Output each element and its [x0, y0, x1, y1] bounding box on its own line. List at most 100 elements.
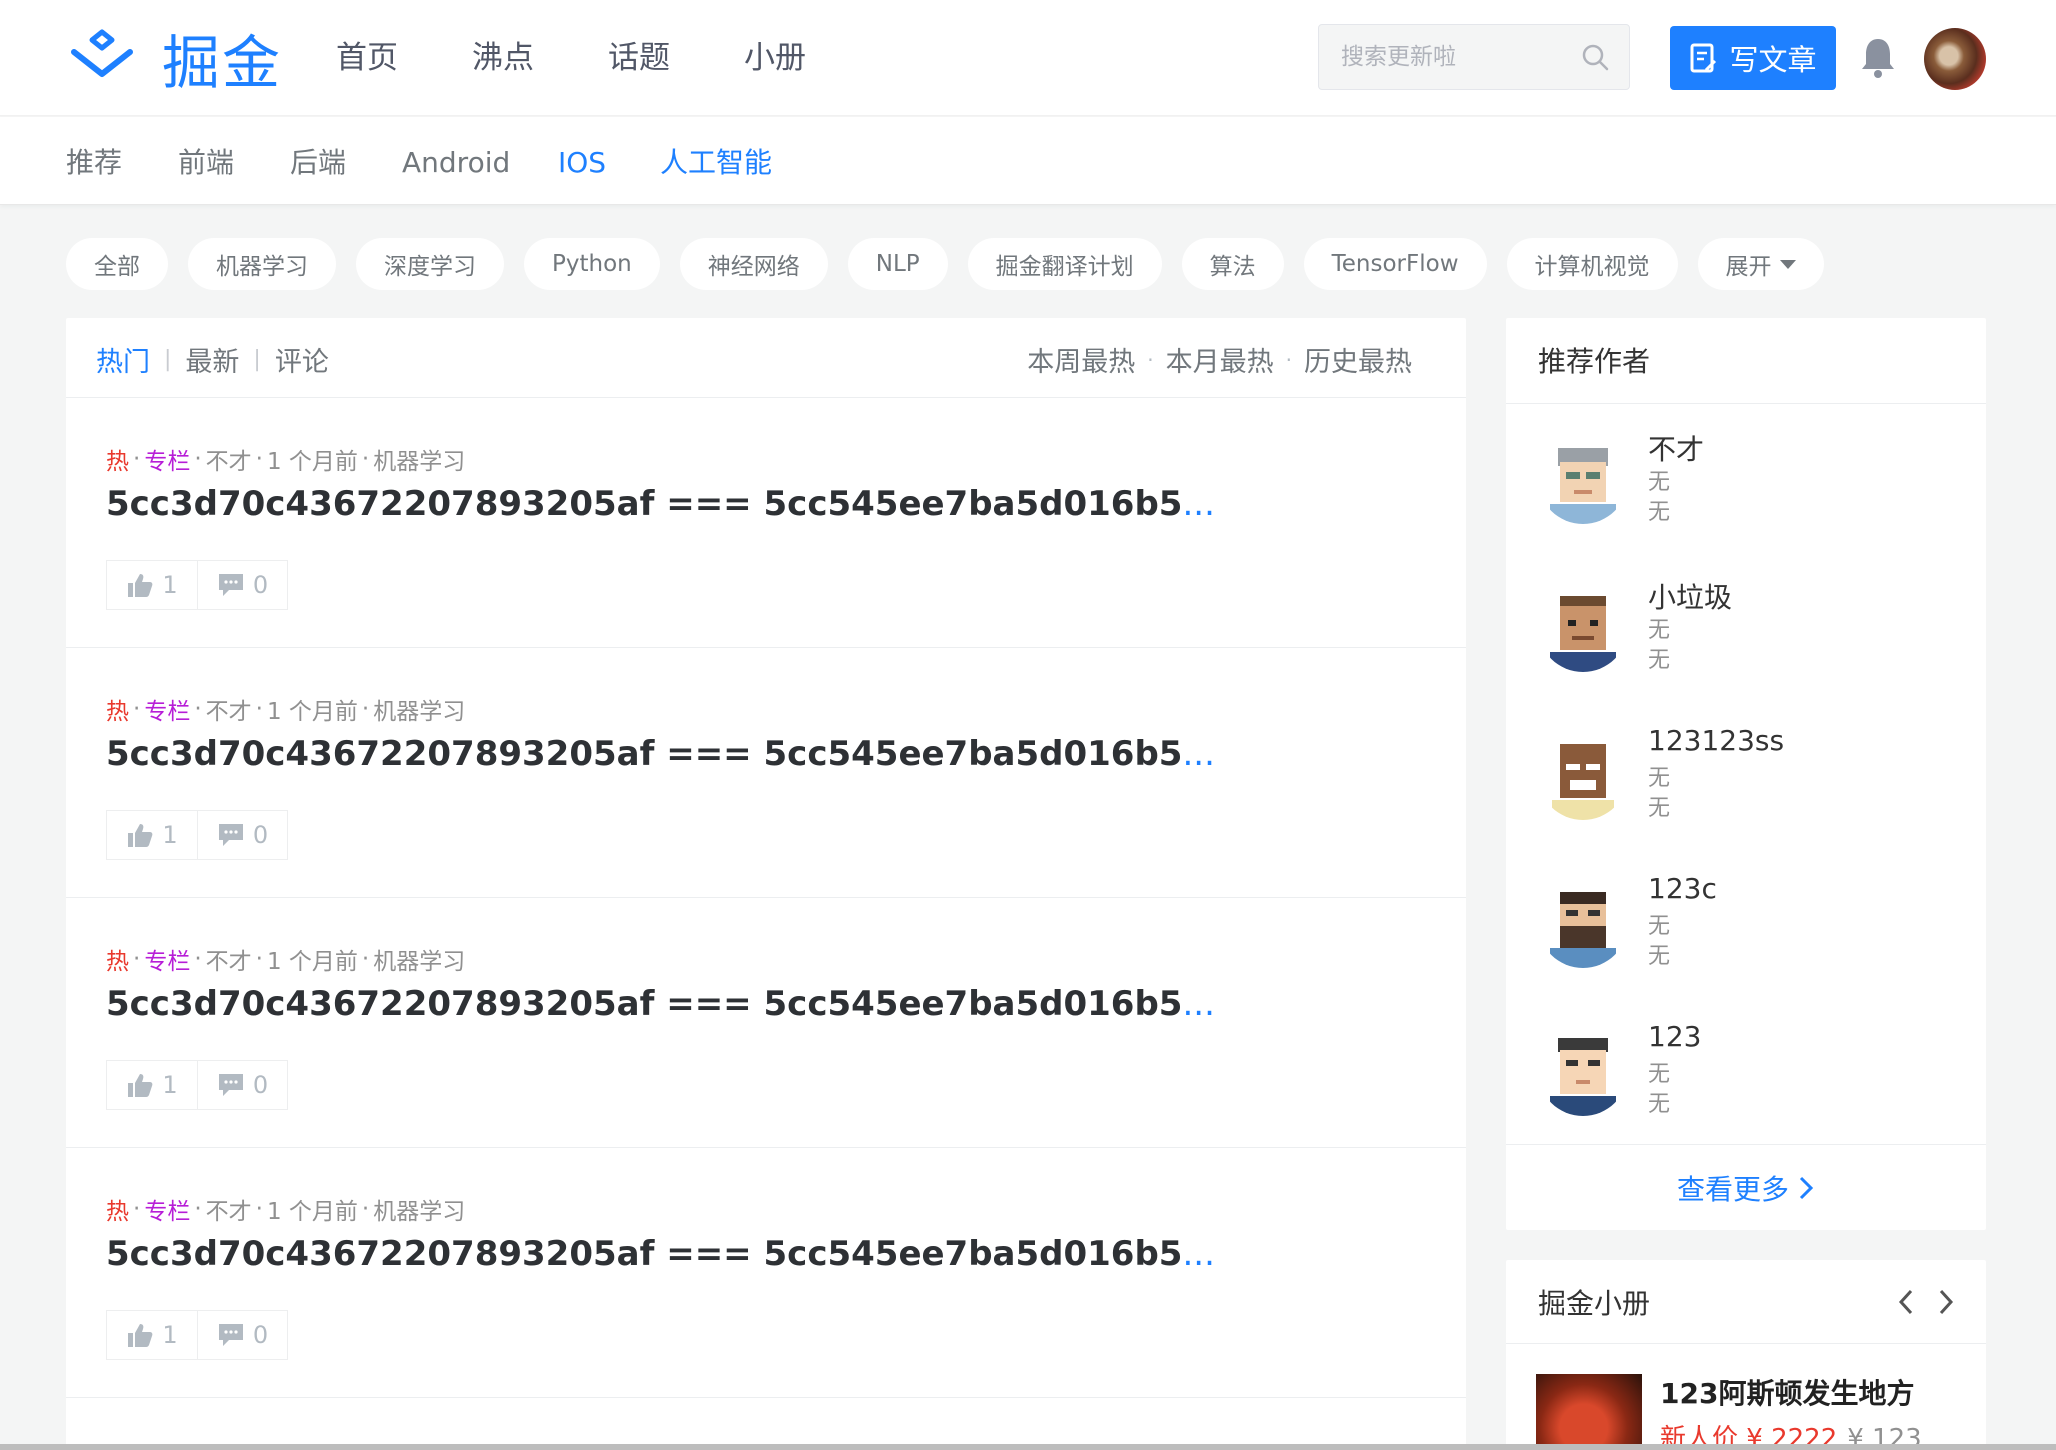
nav-books[interactable]: 小册 — [744, 34, 806, 82]
logo[interactable]: 掘金 — [64, 22, 282, 97]
article-title[interactable]: 5cc3d70c43672207893205af === 5cc545ee7ba… — [106, 734, 1215, 774]
user-avatar[interactable] — [1924, 28, 1986, 90]
comment-count: 0 — [252, 821, 269, 849]
comment-button[interactable]: 0 — [197, 811, 287, 859]
article-title-text: 5cc3d70c43672207893205af === 5cc545ee7ba… — [106, 484, 1183, 524]
column-badge[interactable]: 专栏 — [144, 442, 190, 476]
category-android[interactable]: Android — [402, 143, 510, 183]
comment-icon — [218, 1074, 243, 1096]
article-meta: 热 · 专栏 · 不才 · 1 个月前 · 机器学习 — [106, 942, 465, 976]
author-avatar[interactable] — [1538, 730, 1628, 820]
article-tag[interactable]: 机器学习 — [373, 442, 465, 476]
search-box — [1318, 24, 1630, 90]
article-tag[interactable]: 机器学习 — [373, 692, 465, 726]
tags-expand-button[interactable]: 展开 — [1697, 238, 1824, 290]
article-actions: 1 0 — [106, 560, 288, 610]
author-company: 无 — [1648, 648, 1671, 673]
like-button[interactable]: 1 — [107, 811, 197, 859]
author-name[interactable]: 123 — [1648, 1020, 1701, 1053]
author-avatar[interactable] — [1538, 1026, 1628, 1116]
author-name[interactable]: 不才 — [1648, 428, 1704, 468]
category-ai[interactable]: 人工智能 — [660, 143, 772, 183]
author-name[interactable]: 小垃圾 — [1648, 576, 1732, 616]
comment-button[interactable]: 0 — [197, 1061, 287, 1109]
article-author[interactable]: 不才 — [206, 942, 252, 976]
book-title[interactable]: 123阿斯顿发生地方 — [1660, 1372, 1914, 1412]
article-title-text: 5cc3d70c43672207893205af === 5cc545ee7ba… — [106, 984, 1183, 1024]
tag-chip[interactable]: NLP — [847, 238, 948, 290]
article-title[interactable]: 5cc3d70c43672207893205af === 5cc545ee7ba… — [106, 484, 1215, 524]
comment-button[interactable]: 0 — [197, 1311, 287, 1359]
article-author[interactable]: 不才 — [206, 692, 252, 726]
author-avatar[interactable] — [1538, 582, 1628, 672]
article-author[interactable]: 不才 — [206, 1192, 252, 1226]
range-month[interactable]: 本月最热 — [1166, 340, 1274, 379]
article-time: 1 个月前 — [266, 1199, 358, 1225]
article-item[interactable]: 热 · 专栏 · 不才 · 1 个月前 · 机器学习 5cc3d70c436722078… — [66, 398, 1466, 648]
sort-comments[interactable]: 评论 — [275, 340, 329, 379]
category-recommend[interactable]: 推荐 — [66, 143, 122, 183]
nav-topics[interactable]: 话题 — [608, 34, 670, 82]
tag-chip[interactable]: 算法 — [1181, 238, 1284, 290]
comment-icon — [218, 824, 243, 846]
range-all-time[interactable]: 历史最热 — [1304, 340, 1412, 379]
column-badge[interactable]: 专栏 — [144, 1192, 190, 1226]
category-ios[interactable]: IOS — [558, 143, 606, 183]
category-frontend[interactable]: 前端 — [178, 143, 234, 183]
tag-chip[interactable]: 神经网络 — [679, 238, 828, 290]
like-button[interactable]: 1 — [107, 1061, 197, 1109]
author-item[interactable]: 123123ss 无 无 — [1538, 724, 1958, 834]
article-title[interactable]: 5cc3d70c43672207893205af === 5cc545ee7ba… — [106, 1234, 1215, 1274]
tag-chip[interactable]: 机器学习 — [188, 238, 336, 290]
divider: | — [253, 347, 261, 372]
like-button[interactable]: 1 — [107, 1311, 197, 1359]
sort-latest[interactable]: 最新 — [185, 340, 239, 379]
chevron-left-icon[interactable] — [1898, 1288, 1914, 1316]
search-icon[interactable] — [1581, 43, 1609, 71]
author-name[interactable]: 123c — [1648, 872, 1717, 905]
title-ellipsis: ... — [1182, 734, 1215, 774]
author-title: 无 — [1648, 618, 1671, 643]
column-badge[interactable]: 专栏 — [144, 692, 190, 726]
tag-chip[interactable]: 掘金翻译计划 — [967, 238, 1162, 290]
author-avatar[interactable] — [1538, 878, 1628, 968]
article-item[interactable]: 热 · 专栏 · 不才 · 1 个月前 · 机器学习 5cc3d70c436722078… — [66, 648, 1466, 898]
range-week[interactable]: 本周最热 — [1027, 340, 1135, 379]
tag-chip[interactable]: 深度学习 — [356, 238, 504, 290]
article-tag[interactable]: 机器学习 — [373, 1192, 465, 1226]
article-item[interactable]: 热 · 专栏 · 不才 · 1 个月前 · 机器学习 5cc3d70c436722078… — [66, 898, 1466, 1148]
tag-chip[interactable]: 全部 — [66, 238, 168, 290]
author-item[interactable]: 123 无 无 — [1538, 1020, 1958, 1130]
like-button[interactable]: 1 — [107, 561, 197, 609]
article-author[interactable]: 不才 — [206, 442, 252, 476]
sort-hot[interactable]: 热门 — [96, 340, 150, 379]
author-item[interactable]: 123c 无 无 — [1538, 872, 1958, 982]
view-more-button[interactable]: 查看更多 — [1506, 1144, 1986, 1230]
article-title[interactable]: 5cc3d70c43672207893205af === 5cc545ee7ba… — [106, 984, 1215, 1024]
window-bottom-edge — [0, 1444, 2056, 1450]
author-item[interactable]: 不才 无 无 — [1538, 428, 1958, 538]
nav-pins[interactable]: 沸点 — [472, 34, 534, 82]
like-count: 1 — [162, 1071, 178, 1099]
author-name[interactable]: 123123ss — [1648, 724, 1784, 757]
article-item[interactable]: 热 · 专栏 · 不才 · 1 个月前 · 机器学习 5cc3d70c436722078… — [66, 1148, 1466, 1398]
column-badge[interactable]: 专栏 — [144, 942, 190, 976]
tag-chip[interactable]: Python — [524, 238, 660, 290]
article-tag[interactable]: 机器学习 — [373, 942, 465, 976]
nav-home[interactable]: 首页 — [336, 34, 398, 82]
notification-bell-icon[interactable] — [1860, 36, 1896, 78]
comment-count: 0 — [252, 571, 269, 599]
search-input[interactable] — [1339, 43, 1569, 71]
book-cover[interactable] — [1536, 1374, 1642, 1450]
tag-chip[interactable]: 计算机视觉 — [1506, 238, 1678, 290]
comment-button[interactable]: 0 — [197, 561, 287, 609]
divider: | — [164, 347, 172, 372]
category-backend[interactable]: 后端 — [290, 143, 346, 183]
author-avatar[interactable] — [1538, 434, 1628, 524]
chevron-right-icon[interactable] — [1938, 1288, 1954, 1316]
author-item[interactable]: 小垃圾 无 无 — [1538, 576, 1958, 686]
books-panel: 掘金小册 123阿斯顿发生地方 新人价 ¥ 2222 ¥ 123 — [1506, 1260, 1986, 1450]
thumbs-up-icon — [128, 574, 153, 597]
write-article-button[interactable]: 写文章 — [1670, 26, 1836, 90]
tag-chip[interactable]: TensorFlow — [1303, 238, 1487, 290]
